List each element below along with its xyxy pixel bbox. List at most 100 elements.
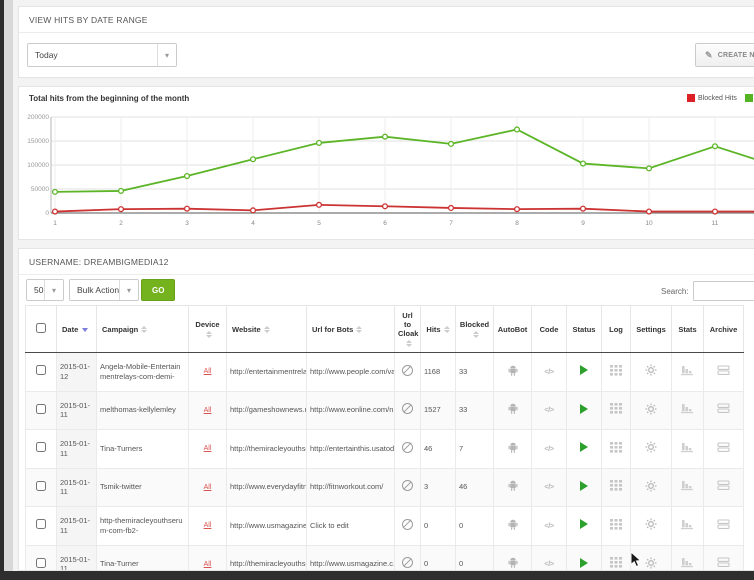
cell-autobot[interactable] [494, 507, 532, 546]
grid-icon[interactable] [610, 442, 622, 453]
device-link[interactable]: All [192, 406, 223, 415]
prohibited-icon[interactable] [402, 365, 413, 376]
gear-icon[interactable] [645, 518, 657, 530]
row-checkbox[interactable] [36, 481, 46, 491]
row-checkbox[interactable] [36, 519, 46, 529]
play-icon[interactable] [580, 519, 588, 529]
cell-stats[interactable] [672, 353, 704, 392]
archive-icon[interactable] [717, 403, 730, 414]
row-checkbox[interactable] [36, 558, 46, 568]
row-checkbox[interactable] [36, 404, 46, 414]
cell-log[interactable] [602, 545, 631, 571]
cell-archive[interactable] [704, 507, 744, 546]
android-icon[interactable] [507, 364, 519, 377]
cell-archive[interactable] [704, 430, 744, 469]
cell-url-to-cloak[interactable] [395, 507, 421, 546]
grid-icon[interactable] [610, 480, 622, 491]
bar-chart-icon[interactable] [681, 557, 694, 568]
cell-settings[interactable] [631, 468, 672, 507]
column-header-stats[interactable]: Stats [672, 306, 704, 353]
row-checkbox[interactable] [36, 442, 46, 452]
device-link[interactable]: All [192, 483, 223, 492]
cell-settings[interactable] [631, 391, 672, 430]
android-icon[interactable] [507, 518, 519, 531]
code-icon[interactable]: </> [544, 521, 553, 530]
cell-url-to-cloak[interactable] [395, 430, 421, 469]
cell-website[interactable]: http://entertainmentrelays... [227, 353, 307, 392]
cell-code[interactable]: </> [532, 507, 567, 546]
device-link[interactable]: All [192, 444, 223, 453]
column-header-archive[interactable]: Archive [704, 306, 744, 353]
play-icon[interactable] [580, 558, 588, 568]
prohibited-icon[interactable] [402, 519, 413, 530]
select-all-checkbox[interactable] [36, 323, 46, 333]
cell-url-for-bots[interactable]: http://www.eonline.com/n... [307, 391, 395, 430]
column-header-code[interactable]: Code [532, 306, 567, 353]
code-icon[interactable]: </> [544, 482, 553, 491]
prohibited-icon[interactable] [402, 480, 413, 491]
column-header-campaign[interactable]: Campaign [97, 306, 189, 353]
column-header-status[interactable]: Status [567, 306, 602, 353]
search-input[interactable] [693, 281, 754, 301]
column-header-url-to-cloak[interactable]: Url to Cloak [395, 306, 421, 353]
archive-icon[interactable] [717, 557, 730, 568]
bar-chart-icon[interactable] [681, 480, 694, 491]
cell-log[interactable] [602, 507, 631, 546]
grid-icon[interactable] [610, 403, 622, 414]
cell-status[interactable] [567, 545, 602, 571]
bar-chart-icon[interactable] [681, 403, 694, 414]
cell-stats[interactable] [672, 507, 704, 546]
cell-stats[interactable] [672, 391, 704, 430]
code-icon[interactable]: </> [544, 405, 553, 414]
play-icon[interactable] [580, 365, 588, 375]
cell-url-to-cloak[interactable] [395, 468, 421, 507]
cell-autobot[interactable] [494, 430, 532, 469]
cell-archive[interactable] [704, 353, 744, 392]
bar-chart-icon[interactable] [681, 442, 694, 453]
android-icon[interactable] [507, 402, 519, 415]
cell-status[interactable] [567, 391, 602, 430]
column-header-website[interactable]: Website [227, 306, 307, 353]
gear-icon[interactable] [645, 441, 657, 453]
cell-code[interactable]: </> [532, 353, 567, 392]
archive-icon[interactable] [717, 519, 730, 530]
page-size-select[interactable]: 50 ▾ [26, 279, 64, 301]
cell-autobot[interactable] [494, 353, 532, 392]
cell-website[interactable]: http://themiracleyouthser... [227, 430, 307, 469]
device-link[interactable]: All [192, 367, 223, 376]
cell-url-for-bots[interactable]: Click to edit [307, 507, 395, 546]
cell-archive[interactable] [704, 545, 744, 571]
cell-log[interactable] [602, 353, 631, 392]
play-icon[interactable] [580, 404, 588, 414]
cell-website[interactable]: http://themiracleyouthser... [227, 545, 307, 571]
archive-icon[interactable] [717, 442, 730, 453]
column-header-device[interactable]: Device [189, 306, 227, 353]
cell-archive[interactable] [704, 391, 744, 430]
cell-status[interactable] [567, 353, 602, 392]
cell-log[interactable] [602, 391, 631, 430]
grid-icon[interactable] [610, 557, 622, 568]
bulk-actions-select[interactable]: Bulk Actions ▾ [69, 279, 139, 301]
device-link[interactable]: All [192, 560, 223, 569]
archive-icon[interactable] [717, 480, 730, 491]
column-header-autobot[interactable]: AutoBot [494, 306, 532, 353]
row-checkbox[interactable] [36, 365, 46, 375]
code-icon[interactable]: </> [544, 444, 553, 453]
gear-icon[interactable] [645, 364, 657, 376]
cell-code[interactable]: </> [532, 430, 567, 469]
cell-code[interactable]: </> [532, 391, 567, 430]
cell-url-for-bots[interactable]: http://www.usmagazine.c... [307, 545, 395, 571]
cell-url-for-bots[interactable]: http://entertainthis.usatod... [307, 430, 395, 469]
cell-stats[interactable] [672, 468, 704, 507]
column-header-hits[interactable]: Hits [421, 306, 456, 353]
cell-settings[interactable] [631, 507, 672, 546]
android-icon[interactable] [507, 441, 519, 454]
cell-url-to-cloak[interactable] [395, 353, 421, 392]
cell-url-for-bots[interactable]: http://fitnworkout.com/ [307, 468, 395, 507]
cell-status[interactable] [567, 468, 602, 507]
column-header-url-for-bots[interactable]: Url for Bots [307, 306, 395, 353]
date-range-select[interactable]: Today ▾ [27, 43, 177, 67]
cell-status[interactable] [567, 430, 602, 469]
cell-website[interactable]: http://gameshownews.net [227, 391, 307, 430]
gear-icon[interactable] [645, 403, 657, 415]
